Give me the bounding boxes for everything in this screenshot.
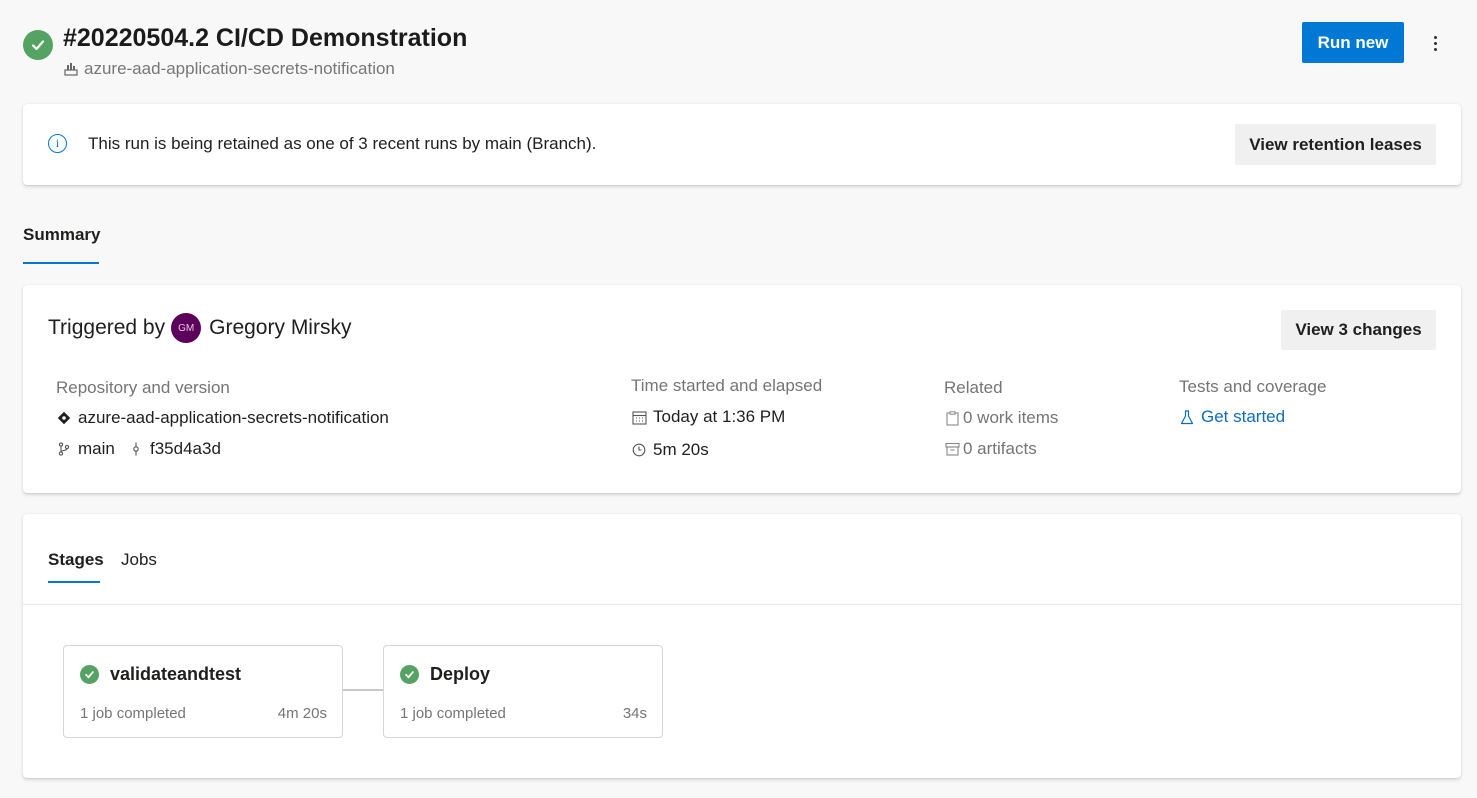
stage-card-deploy[interactable]: Deploy 1 job completed 34s (383, 645, 663, 738)
branch-link[interactable]: main (56, 439, 115, 459)
pipeline-run-page: #20220504.2 CI/CD Demonstration azure-aa… (0, 0, 1477, 798)
stages-divider (23, 604, 1461, 605)
run-title: #20220504.2 CI/CD Demonstration (63, 24, 468, 52)
triggered-by-label: Triggered by (48, 316, 166, 339)
run-succeeded-icon (23, 30, 53, 60)
tab-summary[interactable]: Summary (23, 225, 100, 245)
stage-name: validateandtest (110, 664, 242, 684)
repository-name: azure-aad-application-secrets-notificati… (78, 408, 389, 427)
pipeline-icon (63, 61, 79, 77)
stage-jobs-status: 1 job completed (400, 705, 506, 722)
stage-duration: 34s (622, 705, 647, 722)
triggered-by: Triggered by GM Gregory Mirsky (48, 313, 351, 343)
artifacts: 0 artifacts (944, 439, 1037, 459)
time-started: Today at 1:36 PM (631, 407, 785, 427)
pipeline-repo-name: azure-aad-application-secrets-notificati… (84, 59, 395, 78)
stage-jobs-status: 1 job completed (80, 705, 186, 722)
stage-succeeded-icon (80, 665, 99, 684)
view-changes-button[interactable]: View 3 changes (1281, 310, 1436, 350)
tests-label: Tests and coverage (1179, 377, 1327, 396)
more-options-icon[interactable] (1420, 28, 1450, 58)
retention-message: This run is being retained as one of 3 r… (88, 134, 597, 153)
work-items: 0 work items (944, 408, 1058, 428)
artifacts-count: 0 artifacts (963, 439, 1037, 458)
repository-link[interactable]: azure-aad-application-secrets-notificati… (56, 408, 389, 428)
tab-summary-indicator (23, 262, 99, 264)
stage-succeeded-icon (400, 665, 419, 684)
clipboard-icon (944, 410, 960, 426)
tab-jobs[interactable]: Jobs (121, 550, 157, 570)
stage-card-validateandtest[interactable]: validateandtest 1 job completed 4m 20s (63, 645, 343, 738)
time-label: Time started and elapsed (631, 376, 823, 395)
work-items-count: 0 work items (963, 408, 1059, 427)
clock-icon (631, 442, 647, 458)
run-new-button[interactable]: Run new (1302, 22, 1404, 63)
tab-stages-indicator (48, 581, 100, 583)
triggered-by-user[interactable]: Gregory Mirsky (209, 316, 351, 340)
stage-connector (343, 689, 383, 691)
time-elapsed: 5m 20s (631, 440, 709, 460)
flask-icon (1179, 409, 1195, 425)
view-retention-leases-button[interactable]: View retention leases (1235, 124, 1436, 165)
time-started-value: Today at 1:36 PM (653, 407, 786, 426)
info-icon: i (48, 134, 67, 153)
time-elapsed-value: 5m 20s (653, 440, 709, 459)
tests-get-started-link[interactable]: Get started (1179, 407, 1285, 427)
related-label: Related (944, 378, 1003, 397)
pipeline-repo[interactable]: azure-aad-application-secrets-notificati… (63, 59, 395, 79)
artifact-icon (944, 441, 960, 457)
tab-stages[interactable]: Stages (48, 550, 104, 570)
commit-icon (128, 441, 144, 457)
branch-name: main (78, 439, 115, 458)
repository-version-label: Repository and version (56, 378, 230, 397)
stage-duration: 4m 20s (277, 705, 327, 722)
commit-hash: f35d4a3d (150, 439, 221, 458)
stage-name: Deploy (430, 664, 491, 684)
avatar: GM (171, 313, 202, 343)
git-repo-icon (56, 410, 72, 426)
tests-get-started-label: Get started (1201, 407, 1286, 426)
calendar-icon (631, 409, 647, 425)
commit-link[interactable]: f35d4a3d (128, 439, 221, 459)
branch-icon (56, 441, 72, 457)
